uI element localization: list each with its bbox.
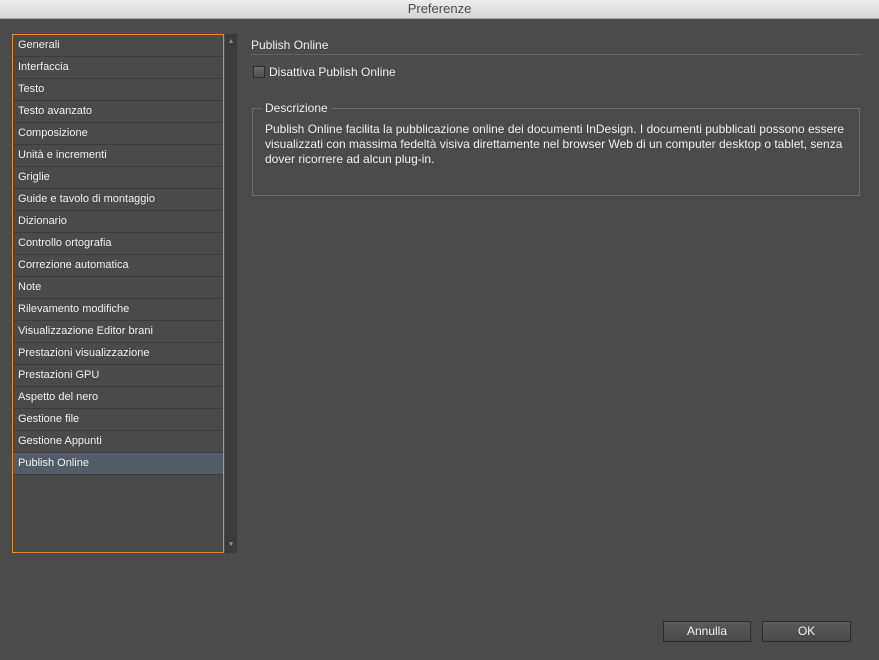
- disable-publish-online-option[interactable]: Disattiva Publish Online: [253, 65, 396, 79]
- sidebar-item-correzione-automatica[interactable]: Correzione automatica: [13, 255, 223, 277]
- ok-button[interactable]: OK: [762, 621, 851, 642]
- sidebar-item-testo-avanzato[interactable]: Testo avanzato: [13, 101, 223, 123]
- description-group: Descrizione Publish Online facilita la p…: [252, 101, 860, 196]
- window-title: Preferenze: [0, 0, 879, 19]
- sidebar-item-note[interactable]: Note: [13, 277, 223, 299]
- sidebar-item-rilevamento-modifiche[interactable]: Rilevamento modifiche: [13, 299, 223, 321]
- preferences-sidebar: Generali Interfaccia Testo Testo avanzato Co…: [12, 34, 224, 553]
- disable-publish-online-checkbox[interactable]: [253, 66, 265, 78]
- panel-title: Publish Online: [251, 38, 329, 52]
- sidebar-item-prestazioni-gpu[interactable]: Prestazioni GPU: [13, 365, 223, 387]
- sidebar-item-dizionario[interactable]: Dizionario: [13, 211, 223, 233]
- sidebar-item-griglie[interactable]: Griglie: [13, 167, 223, 189]
- sidebar-item-unita-e-incrementi[interactable]: Unità e incrementi: [13, 145, 223, 167]
- sidebar-item-prestazioni-visualizzazione[interactable]: Prestazioni visualizzazione: [13, 343, 223, 365]
- cancel-button[interactable]: Annulla: [663, 621, 751, 642]
- sidebar-list: Generali Interfaccia Testo Testo avanzato Co…: [13, 35, 223, 475]
- sidebar-item-guide-e-tavolo-di-montaggio[interactable]: Guide e tavolo di montaggio: [13, 189, 223, 211]
- disable-publish-online-label[interactable]: Disattiva Publish Online: [269, 65, 396, 79]
- scroll-down-arrow-icon[interactable]: ▼: [225, 539, 237, 551]
- sidebar-item-interfaccia[interactable]: Interfaccia: [13, 57, 223, 79]
- preferences-window: Preferenze Generali Interfaccia Testo Testo…: [0, 0, 879, 660]
- sidebar-item-composizione[interactable]: Composizione: [13, 123, 223, 145]
- sidebar-item-generali[interactable]: Generali: [13, 35, 223, 57]
- description-legend: Descrizione: [262, 101, 331, 115]
- scroll-up-arrow-icon[interactable]: ▲: [225, 36, 237, 48]
- sidebar-item-aspetto-del-nero[interactable]: Aspetto del nero: [13, 387, 223, 409]
- sidebar-item-publish-online[interactable]: Publish Online: [13, 453, 223, 475]
- sidebar-scrollbar[interactable]: ▲ ▼: [225, 34, 237, 553]
- sidebar-item-testo[interactable]: Testo: [13, 79, 223, 101]
- sidebar-item-controllo-ortografia[interactable]: Controllo ortografia: [13, 233, 223, 255]
- sidebar-item-visualizzazione-editor-brani[interactable]: Visualizzazione Editor brani: [13, 321, 223, 343]
- description-text: Publish Online facilita la pubblicazione…: [265, 122, 845, 166]
- sidebar-item-gestione-file[interactable]: Gestione file: [13, 409, 223, 431]
- panel-title-divider: [251, 54, 861, 55]
- sidebar-item-gestione-appunti[interactable]: Gestione Appunti: [13, 431, 223, 453]
